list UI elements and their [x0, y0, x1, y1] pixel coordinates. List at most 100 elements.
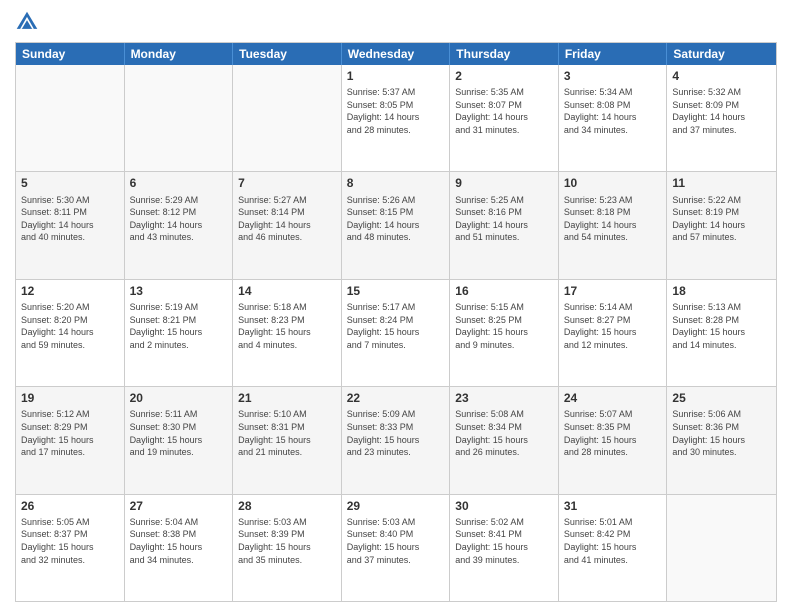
cell-info: Sunrise: 5:30 AM Sunset: 8:11 PM Dayligh… [21, 194, 119, 244]
day-cell-24: 24 Sunrise: 5:07 AM Sunset: 8:35 PM Dayli… [559, 387, 668, 493]
day-cell-13: 13 Sunrise: 5:19 AM Sunset: 8:21 PM Dayli… [125, 280, 234, 386]
cell-info: Sunrise: 5:23 AM Sunset: 8:18 PM Dayligh… [564, 194, 662, 244]
day-number: 29 [347, 498, 445, 514]
day-cell-28: 28 Sunrise: 5:03 AM Sunset: 8:39 PM Dayli… [233, 495, 342, 601]
day-cell-6: 6 Sunrise: 5:29 AM Sunset: 8:12 PM Daylig… [125, 172, 234, 278]
day-cell-16: 16 Sunrise: 5:15 AM Sunset: 8:25 PM Dayli… [450, 280, 559, 386]
header-tuesday: Tuesday [233, 43, 342, 65]
day-number: 30 [455, 498, 553, 514]
day-cell-7: 7 Sunrise: 5:27 AM Sunset: 8:14 PM Daylig… [233, 172, 342, 278]
day-cell-19: 19 Sunrise: 5:12 AM Sunset: 8:29 PM Dayli… [16, 387, 125, 493]
day-cell-8: 8 Sunrise: 5:26 AM Sunset: 8:15 PM Daylig… [342, 172, 451, 278]
day-number: 14 [238, 283, 336, 299]
cell-info: Sunrise: 5:03 AM Sunset: 8:40 PM Dayligh… [347, 516, 445, 566]
day-number: 13 [130, 283, 228, 299]
calendar-row-2: 5 Sunrise: 5:30 AM Sunset: 8:11 PM Daylig… [16, 171, 776, 278]
day-cell-10: 10 Sunrise: 5:23 AM Sunset: 8:18 PM Dayli… [559, 172, 668, 278]
day-number: 8 [347, 175, 445, 191]
empty-cell [125, 65, 234, 171]
header-monday: Monday [125, 43, 234, 65]
day-number: 6 [130, 175, 228, 191]
day-number: 9 [455, 175, 553, 191]
header [15, 10, 777, 34]
day-number: 20 [130, 390, 228, 406]
day-number: 4 [672, 68, 771, 84]
calendar-body: 1 Sunrise: 5:37 AM Sunset: 8:05 PM Daylig… [16, 65, 776, 601]
day-number: 21 [238, 390, 336, 406]
day-number: 28 [238, 498, 336, 514]
day-number: 5 [21, 175, 119, 191]
day-cell-9: 9 Sunrise: 5:25 AM Sunset: 8:16 PM Daylig… [450, 172, 559, 278]
day-number: 22 [347, 390, 445, 406]
calendar-row-4: 19 Sunrise: 5:12 AM Sunset: 8:29 PM Dayli… [16, 386, 776, 493]
day-cell-31: 31 Sunrise: 5:01 AM Sunset: 8:42 PM Dayli… [559, 495, 668, 601]
calendar-row-3: 12Sunrise: 5:20 AM Sunset: 8:20 PM Dayli… [16, 279, 776, 386]
day-cell-18: 18Sunrise: 5:13 AM Sunset: 8:28 PM Dayli… [667, 280, 776, 386]
cell-info: Sunrise: 5:34 AM Sunset: 8:08 PM Dayligh… [564, 86, 662, 136]
day-number: 17 [564, 283, 662, 299]
day-cell-20: 20 Sunrise: 5:11 AM Sunset: 8:30 PM Dayli… [125, 387, 234, 493]
cell-info: Sunrise: 5:07 AM Sunset: 8:35 PM Dayligh… [564, 408, 662, 458]
header-saturday: Saturday [667, 43, 776, 65]
cell-info: Sunrise: 5:25 AM Sunset: 8:16 PM Dayligh… [455, 194, 553, 244]
cell-info: Sunrise: 5:29 AM Sunset: 8:12 PM Dayligh… [130, 194, 228, 244]
empty-cell [16, 65, 125, 171]
cell-info: Sunrise: 5:13 AM Sunset: 8:28 PM Dayligh… [672, 301, 771, 351]
cell-info: Sunrise: 5:05 AM Sunset: 8:37 PM Dayligh… [21, 516, 119, 566]
day-number: 24 [564, 390, 662, 406]
day-cell-30: 30Sunrise: 5:02 AM Sunset: 8:41 PM Dayli… [450, 495, 559, 601]
cell-info: Sunrise: 5:18 AM Sunset: 8:23 PM Dayligh… [238, 301, 336, 351]
day-number: 31 [564, 498, 662, 514]
day-number: 27 [130, 498, 228, 514]
cell-info: Sunrise: 5:22 AM Sunset: 8:19 PM Dayligh… [672, 194, 771, 244]
day-number: 10 [564, 175, 662, 191]
empty-cell [233, 65, 342, 171]
cell-info: Sunrise: 5:17 AM Sunset: 8:24 PM Dayligh… [347, 301, 445, 351]
day-cell-27: 27 Sunrise: 5:04 AM Sunset: 8:38 PM Dayli… [125, 495, 234, 601]
day-cell-29: 29 Sunrise: 5:03 AM Sunset: 8:40 PM Dayli… [342, 495, 451, 601]
day-cell-12: 12Sunrise: 5:20 AM Sunset: 8:20 PM Dayli… [16, 280, 125, 386]
day-cell-11: 11 Sunrise: 5:22 AM Sunset: 8:19 PM Dayli… [667, 172, 776, 278]
day-number: 19 [21, 390, 119, 406]
day-number: 23 [455, 390, 553, 406]
day-cell-2: 2 Sunrise: 5:35 AM Sunset: 8:07 PM Daylig… [450, 65, 559, 171]
cell-info: Sunrise: 5:20 AM Sunset: 8:20 PM Dayligh… [21, 301, 119, 351]
day-cell-15: 15 Sunrise: 5:17 AM Sunset: 8:24 PM Dayli… [342, 280, 451, 386]
calendar-header: Sunday Monday Tuesday Wednesday Thursday… [16, 43, 776, 65]
cell-info: Sunrise: 5:15 AM Sunset: 8:25 PM Dayligh… [455, 301, 553, 351]
day-cell-26: 26 Sunrise: 5:05 AM Sunset: 8:37 PM Dayli… [16, 495, 125, 601]
day-number: 26 [21, 498, 119, 514]
cell-info: Sunrise: 5:14 AM Sunset: 8:27 PM Dayligh… [564, 301, 662, 351]
day-number: 15 [347, 283, 445, 299]
calendar-row-5: 26 Sunrise: 5:05 AM Sunset: 8:37 PM Dayli… [16, 494, 776, 601]
cell-info: Sunrise: 5:26 AM Sunset: 8:15 PM Dayligh… [347, 194, 445, 244]
day-number: 1 [347, 68, 445, 84]
logo-icon [15, 10, 39, 34]
cell-info: Sunrise: 5:27 AM Sunset: 8:14 PM Dayligh… [238, 194, 336, 244]
cell-info: Sunrise: 5:12 AM Sunset: 8:29 PM Dayligh… [21, 408, 119, 458]
cell-info: Sunrise: 5:32 AM Sunset: 8:09 PM Dayligh… [672, 86, 771, 136]
cell-info: Sunrise: 5:03 AM Sunset: 8:39 PM Dayligh… [238, 516, 336, 566]
day-cell-17: 17 Sunrise: 5:14 AM Sunset: 8:27 PM Dayli… [559, 280, 668, 386]
day-cell-1: 1 Sunrise: 5:37 AM Sunset: 8:05 PM Daylig… [342, 65, 451, 171]
day-number: 11 [672, 175, 771, 191]
day-cell-5: 5 Sunrise: 5:30 AM Sunset: 8:11 PM Daylig… [16, 172, 125, 278]
cell-info: Sunrise: 5:01 AM Sunset: 8:42 PM Dayligh… [564, 516, 662, 566]
day-cell-4: 4 Sunrise: 5:32 AM Sunset: 8:09 PM Daylig… [667, 65, 776, 171]
header-friday: Friday [559, 43, 668, 65]
logo [15, 10, 43, 34]
day-number: 25 [672, 390, 771, 406]
day-cell-25: 25Sunrise: 5:06 AM Sunset: 8:36 PM Dayli… [667, 387, 776, 493]
day-number: 2 [455, 68, 553, 84]
day-number: 16 [455, 283, 553, 299]
calendar-row-1: 1 Sunrise: 5:37 AM Sunset: 8:05 PM Daylig… [16, 65, 776, 171]
cell-info: Sunrise: 5:19 AM Sunset: 8:21 PM Dayligh… [130, 301, 228, 351]
calendar: Sunday Monday Tuesday Wednesday Thursday… [15, 42, 777, 602]
day-number: 7 [238, 175, 336, 191]
cell-info: Sunrise: 5:11 AM Sunset: 8:30 PM Dayligh… [130, 408, 228, 458]
cell-info: Sunrise: 5:04 AM Sunset: 8:38 PM Dayligh… [130, 516, 228, 566]
cell-info: Sunrise: 5:37 AM Sunset: 8:05 PM Dayligh… [347, 86, 445, 136]
cell-info: Sunrise: 5:35 AM Sunset: 8:07 PM Dayligh… [455, 86, 553, 136]
cell-info: Sunrise: 5:10 AM Sunset: 8:31 PM Dayligh… [238, 408, 336, 458]
day-cell-14: 14 Sunrise: 5:18 AM Sunset: 8:23 PM Dayli… [233, 280, 342, 386]
